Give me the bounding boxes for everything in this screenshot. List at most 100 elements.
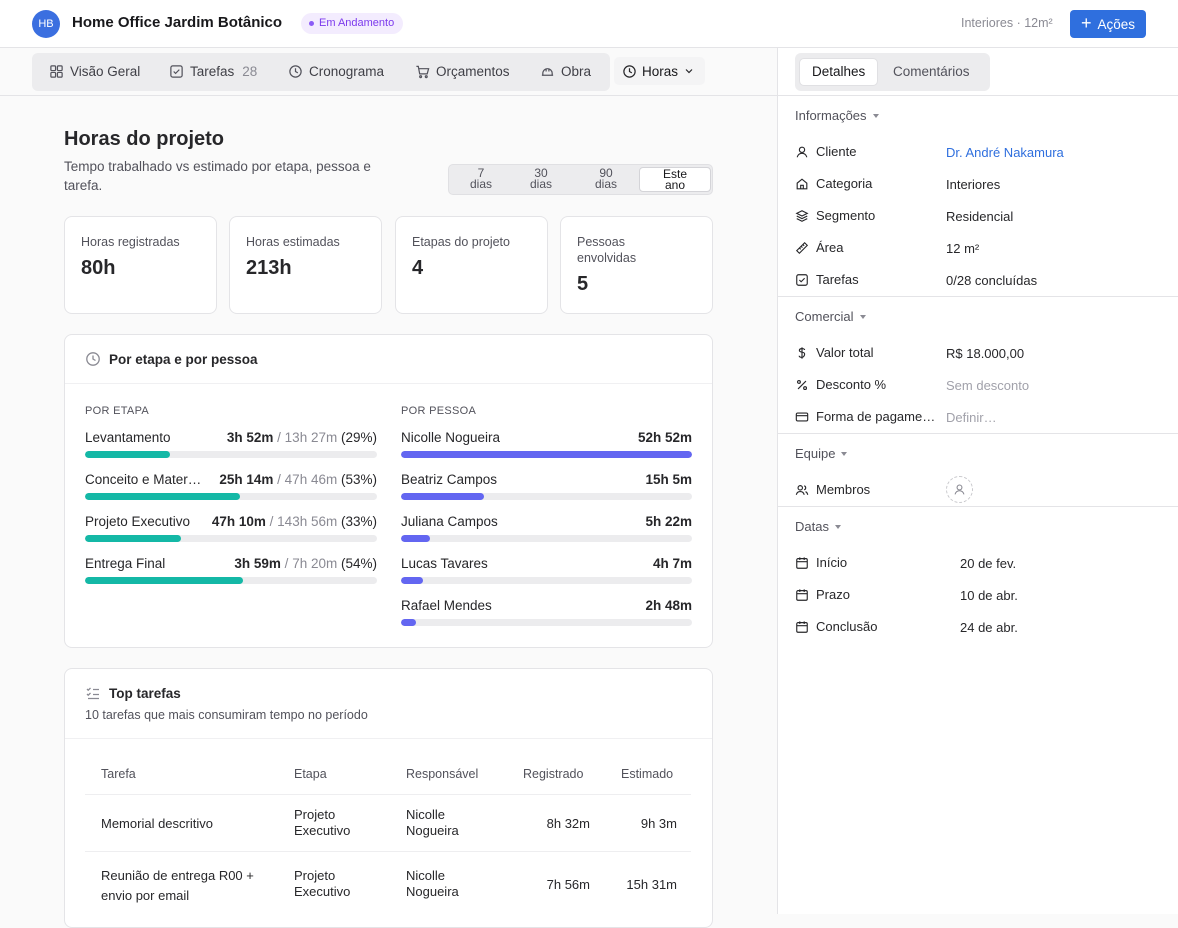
column-header-stage[interactable]: Etapa	[294, 767, 327, 781]
prop-label-text: Área	[816, 240, 844, 255]
due-date-value[interactable]: 10 de abr.	[960, 588, 1018, 603]
range-option-7-days[interactable]: 7 dias	[453, 167, 509, 192]
divider	[65, 383, 712, 384]
project-tabs: Visão Geral Tarefas 28 Cronograma Orçame…	[32, 53, 610, 91]
completion-date-value[interactable]: 24 de abr.	[960, 620, 1018, 635]
section-dates-header[interactable]: Datas	[795, 519, 841, 534]
section-info-header[interactable]: Informações	[795, 108, 879, 123]
person-progress-row[interactable]: Lucas Tavares 4h 7m	[401, 556, 692, 586]
user-icon	[954, 484, 965, 495]
task-owner: Nicolle Nogueira	[406, 868, 459, 899]
tab-schedule[interactable]: Cronograma	[288, 64, 384, 79]
section-title: Informações	[795, 108, 867, 123]
project-title: Home Office Jardim Botânico	[72, 14, 283, 31]
person-name: Juliana Campos	[401, 514, 498, 529]
column-header-logged[interactable]: Registrado	[523, 767, 583, 781]
stage-hours: 3h 59m / 7h 20m (54%)	[234, 556, 377, 571]
task-name: Memorial descritivo	[101, 816, 213, 831]
start-date-value[interactable]: 20 de fev.	[960, 556, 1016, 571]
tab-tasks[interactable]: Tarefas 28	[169, 64, 257, 79]
range-option-line: ano	[664, 178, 686, 192]
stage-progress-fill	[85, 451, 170, 458]
tab-overview[interactable]: Visão Geral	[49, 64, 140, 79]
add-member-button[interactable]	[946, 476, 973, 503]
divider	[85, 851, 691, 852]
task-stage: Projeto Executivo	[294, 807, 351, 838]
prop-label-text: Membros	[816, 482, 871, 497]
prop-tasks: Tarefas	[795, 272, 859, 287]
person-progress-bar	[401, 619, 692, 626]
person-logged-hours: 52h 52m	[637, 430, 692, 445]
column-header-owner[interactable]: Responsável	[406, 767, 478, 781]
person-hours: 2h 48m	[645, 598, 692, 613]
prop-client: Cliente	[795, 144, 856, 159]
column-header-estimated[interactable]: Estimado	[621, 767, 673, 781]
percent-icon	[796, 379, 808, 390]
stage-name: Projeto Executivo	[85, 514, 191, 529]
person-progress-row[interactable]: Rafael Mendes 2h 48m	[401, 598, 692, 628]
person-hours: 4h 7m	[653, 556, 692, 571]
task-stage: Projeto Executivo	[294, 868, 351, 899]
tab-budgets[interactable]: Orçamentos	[415, 64, 510, 79]
person-progress-fill	[401, 577, 423, 584]
range-option-90-days[interactable]: 90 dias	[577, 167, 635, 192]
stage-progress-row[interactable]: Levantamento 3h 52m / 13h 27m (29%)	[85, 430, 377, 460]
range-option-this-year[interactable]: Este ano	[639, 167, 711, 192]
dollar-icon	[798, 346, 806, 359]
person-progress-bar	[401, 451, 692, 458]
list-checks-icon	[86, 687, 99, 700]
section-commercial-header[interactable]: Comercial	[795, 309, 866, 324]
prop-label-text: Prazo	[816, 587, 850, 602]
tab-construction[interactable]: Obra	[540, 64, 591, 79]
details-sidebar: Detalhes Comentários Informações Cliente…	[777, 48, 1178, 914]
person-logged-hours: 15h 5m	[645, 472, 692, 487]
stage-progress-row[interactable]: Conceito e Mater… 25h 14m / 47h 46m (53%)	[85, 472, 377, 502]
range-option-line: dias	[594, 177, 617, 191]
plus-icon: +	[1080, 13, 1092, 33]
person-column-title: POR PESSOA	[401, 405, 477, 417]
stage-progress-bar	[85, 451, 377, 458]
top-tasks-card: Top tarefas 10 tarefas que mais consumir…	[64, 668, 713, 928]
stage-hours: 3h 52m / 13h 27m (29%)	[227, 430, 377, 445]
actions-button[interactable]: + Ações	[1070, 10, 1146, 38]
segment-value[interactable]: Residencial	[946, 209, 1013, 224]
area-value[interactable]: 12 m²	[946, 241, 979, 256]
users-icon	[795, 484, 809, 495]
credit-card-icon	[795, 411, 809, 422]
layers-icon	[795, 209, 809, 222]
stage-progress-row[interactable]: Projeto Executivo 47h 10m / 143h 56m (33%…	[85, 514, 377, 544]
top-tasks-subtitle: 10 tarefas que mais consumiram tempo no …	[85, 708, 368, 722]
tab-comments[interactable]: Comentários	[881, 58, 982, 86]
category-value[interactable]: Interiores	[946, 177, 1000, 192]
stat-value: 80h	[81, 257, 116, 279]
stage-progress-row[interactable]: Entrega Final 3h 59m / 7h 20m (54%)	[85, 556, 377, 586]
stage-name: Conceito e Mater…	[85, 472, 202, 487]
prop-discount: Desconto %	[795, 377, 886, 392]
prop-members: Membros	[795, 482, 870, 497]
page-title: Horas do projeto	[64, 128, 225, 150]
task-logged: 8h 32m	[546, 816, 590, 831]
stat-label: Pessoas envolvidas	[577, 235, 637, 265]
tab-hours[interactable]: Horas	[614, 57, 706, 85]
status-badge[interactable]: Em Andamento	[301, 13, 404, 34]
person-progress-row[interactable]: Beatriz Campos 15h 5m	[401, 472, 692, 502]
person-progress-row[interactable]: Nicolle Nogueira 52h 52m	[401, 430, 692, 460]
stage-progress-fill	[85, 577, 243, 584]
stage-estimated-hours: 13h 27m	[284, 430, 338, 445]
top-bar: HB Home Office Jardim Botânico Em Andame…	[0, 0, 1178, 48]
client-link[interactable]: Dr. André Nakamura	[946, 145, 1064, 160]
payment-value[interactable]: Definir…	[946, 410, 997, 425]
home-icon	[796, 177, 808, 189]
prop-category: Categoria	[795, 176, 872, 191]
person-progress-fill	[401, 451, 692, 458]
checkbox-icon	[796, 273, 808, 286]
section-team-header[interactable]: Equipe	[795, 446, 848, 461]
discount-value[interactable]: Sem desconto	[946, 378, 1029, 393]
total-value[interactable]: R$ 18.000,00	[946, 346, 1024, 361]
chevron-down-icon	[685, 69, 693, 74]
tab-details[interactable]: Detalhes	[799, 58, 879, 86]
prop-payment: Forma de pagame…	[795, 409, 935, 424]
range-option-30-days[interactable]: 30 dias	[513, 167, 569, 192]
column-header-task[interactable]: Tarefa	[101, 767, 136, 781]
person-progress-row[interactable]: Juliana Campos 5h 22m	[401, 514, 692, 544]
